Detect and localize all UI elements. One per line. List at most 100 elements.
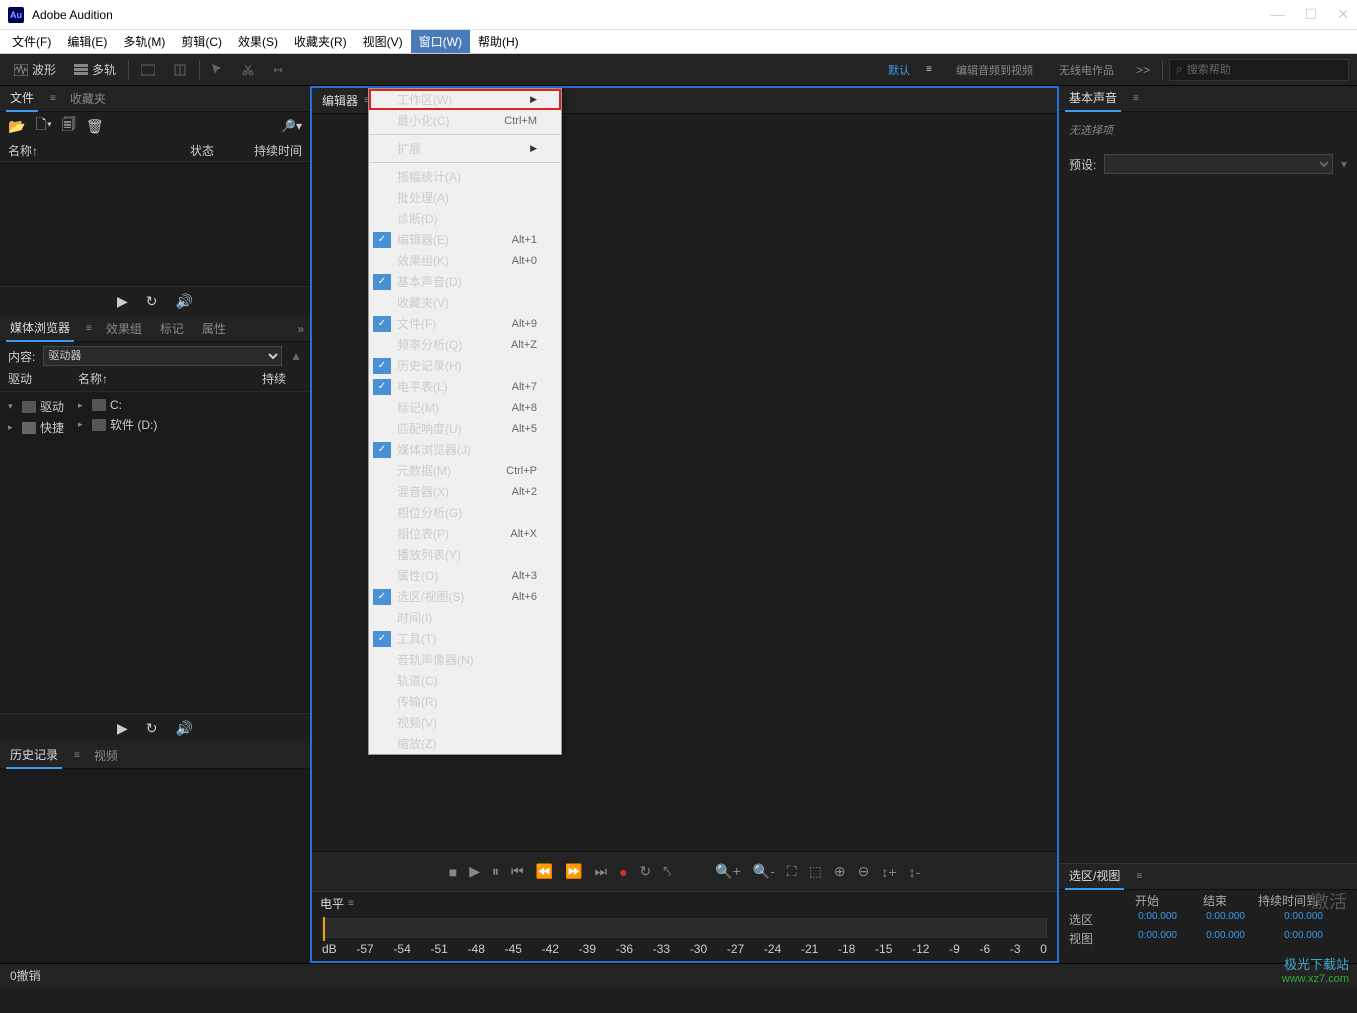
tree-row-drives[interactable]: ▾驱动 [8,396,78,417]
go-end-button[interactable]: ⏭ [594,863,607,880]
sel-start[interactable]: 0:00.000 [1117,911,1177,928]
tab-effects-rack[interactable]: 效果组 [102,316,146,341]
workspace-more[interactable]: >> [1130,63,1156,77]
menu-item-效果组(K)[interactable]: 效果组(K)Alt+0 [369,250,561,271]
stop-button[interactable]: ■ [449,864,457,880]
maximize-button[interactable]: ☐ [1305,6,1318,23]
menu-视图(V)[interactable]: 视图(V) [355,30,411,53]
col-status[interactable]: 状态 [190,142,214,159]
col-name[interactable]: 名称↑ [78,370,262,391]
menu-效果(S)[interactable]: 效果(S) [230,30,286,53]
tool-icon-2[interactable] [167,59,193,81]
menu-多轨(M)[interactable]: 多轨(M) [115,30,173,53]
menu-item-视频(V)[interactable]: 视频(V) [369,712,561,733]
tab-menu-icon[interactable]: ≡ [348,898,354,909]
col-duration[interactable]: 持续 [262,370,302,391]
menu-item-属性(O)[interactable]: 属性(O)Alt+3 [369,565,561,586]
menu-item-媒体浏览器(J)[interactable]: ✓媒体浏览器(J) [369,439,561,460]
record-button[interactable]: ● [619,864,627,880]
zoom-out-icon[interactable]: 🔍- [753,863,775,880]
menu-item-工具(T)[interactable]: ✓工具(T) [369,628,561,649]
tab-video[interactable]: 视频 [90,743,122,768]
workspace-default[interactable]: 默认 [878,62,920,78]
tab-essential-sound[interactable]: 基本声音 [1065,85,1121,112]
overflow-icon[interactable]: » [297,322,304,336]
preset-menu-icon[interactable]: ▾ [1341,157,1347,171]
col-duration[interactable]: 持续时间 [254,142,302,159]
menu-item-缩放(Z)[interactable]: 缩放(Z) [369,733,561,754]
tab-history[interactable]: 历史记录 [6,742,62,769]
workspace-edit-audio[interactable]: 编辑音频到视频 [946,62,1043,78]
menu-编辑(E)[interactable]: 编辑(E) [59,30,115,53]
view-start[interactable]: 0:00.000 [1117,930,1177,947]
tab-menu-icon[interactable]: ≡ [86,323,92,334]
menu-收藏夹(R)[interactable]: 收藏夹(R) [286,30,355,53]
search-help[interactable]: ⌕ [1169,59,1349,81]
autoplay-icon[interactable]: 🔊 [176,293,193,310]
preset-select[interactable] [1104,154,1333,174]
zoom-full-icon[interactable]: ⛶ [787,863,797,880]
menu-item-传输(R)[interactable]: 传输(R) [369,691,561,712]
zoom-in-point-icon[interactable]: ⊕ [834,863,846,880]
menu-item-频率分析(Q)[interactable]: 频率分析(Q)Alt+Z [369,334,561,355]
zoom-in-amp-icon[interactable]: ↕+ [881,864,896,880]
tree-row-c[interactable]: ▸C: [78,396,302,414]
menu-窗口(W)[interactable]: 窗口(W) [411,30,470,53]
menu-剪辑(C)[interactable]: 剪辑(C) [173,30,230,53]
tab-favorites[interactable]: 收藏夹 [66,86,110,111]
tab-menu-icon[interactable]: ≡ [1136,871,1142,882]
menu-item-匹配响度(U)[interactable]: 匹配响度(U)Alt+5 [369,418,561,439]
forward-button[interactable]: ⏩ [565,863,582,880]
tab-media-browser[interactable]: 媒体浏览器 [6,315,74,342]
editor-body[interactable]: 工作区(W)▶最小化(C)Ctrl+M扩展▶振幅统计(A)批处理(A)诊断(D)… [312,114,1057,851]
pause-button[interactable]: ⏸ [492,863,499,880]
menu-item-文件(F)[interactable]: ✓文件(F)Alt+9 [369,313,561,334]
menu-item-相位表(P)[interactable]: 相位表(P)Alt+X [369,523,561,544]
loop-icon[interactable]: ↻ [146,293,158,310]
search-input[interactable] [1187,64,1342,76]
multitrack-button[interactable]: 多轨 [68,57,122,82]
menu-item-扩展[interactable]: 扩展▶ [369,138,561,159]
menu-item-工作区(W)[interactable]: 工作区(W)▶ [369,89,561,110]
play-icon[interactable]: ▶ [117,293,128,310]
tool-icon-1[interactable] [135,59,161,81]
zoom-out-amp-icon[interactable]: ↕- [909,864,921,880]
menu-item-诊断(D)[interactable]: 诊断(D) [369,208,561,229]
zoom-out-point-icon[interactable]: ⊖ [858,863,870,880]
zoom-selection-icon[interactable]: ⬚ [809,863,822,880]
tab-files[interactable]: 文件 [6,85,38,112]
close-button[interactable]: ✕ [1337,6,1349,23]
tab-menu-icon[interactable]: ≡ [1133,93,1139,104]
filter-icon[interactable]: 🔎▾ [281,119,302,133]
menu-帮助(H)[interactable]: 帮助(H) [470,30,527,53]
waveform-button[interactable]: 波形 [8,57,62,82]
menu-item-音轨声像器(N)[interactable]: 音轨声像器(N) [369,649,561,670]
menu-item-电平表(L)[interactable]: ✓电平表(L)Alt+7 [369,376,561,397]
menu-item-混音器(X)[interactable]: 混音器(X)Alt+2 [369,481,561,502]
skip-selection-button[interactable]: ⤣ [663,863,671,880]
menu-item-轨道(C)[interactable]: 轨道(C) [369,670,561,691]
new-file-icon[interactable]: 🗋▾ [35,114,51,138]
col-name[interactable]: 名称↑ [8,142,150,159]
menu-item-播放列表(Y)[interactable]: 播放列表(Y) [369,544,561,565]
loop-icon[interactable]: ↻ [146,720,158,737]
tab-selection-view[interactable]: 选区/视图 [1065,863,1124,890]
view-end[interactable]: 0:00.000 [1185,930,1245,947]
tab-properties[interactable]: 属性 [198,316,230,341]
menu-item-历史记录(H)[interactable]: ✓历史记录(H) [369,355,561,376]
zoom-in-icon[interactable]: 🔍+ [715,863,741,880]
move-tool[interactable] [206,60,230,80]
menu-item-收藏夹(V)[interactable]: 收藏夹(V) [369,292,561,313]
razor-tool[interactable] [236,60,260,80]
up-icon[interactable]: ▲ [290,349,302,363]
col-drive[interactable]: 驱动 [8,370,78,391]
slip-tool[interactable] [266,60,290,80]
tab-level[interactable]: 电平 [320,895,344,912]
go-start-button[interactable]: ⏮ [511,863,524,880]
menu-item-选区/视图(S)[interactable]: ✓选区/视图(S)Alt+6 [369,586,561,607]
minimize-button[interactable]: — [1271,6,1285,23]
menu-item-批处理(A)[interactable]: 批处理(A) [369,187,561,208]
view-dur[interactable]: 0:00.000 [1253,930,1323,947]
menu-文件(F)[interactable]: 文件(F) [4,30,59,53]
menu-item-基本声音(D)[interactable]: ✓基本声音(D) [369,271,561,292]
